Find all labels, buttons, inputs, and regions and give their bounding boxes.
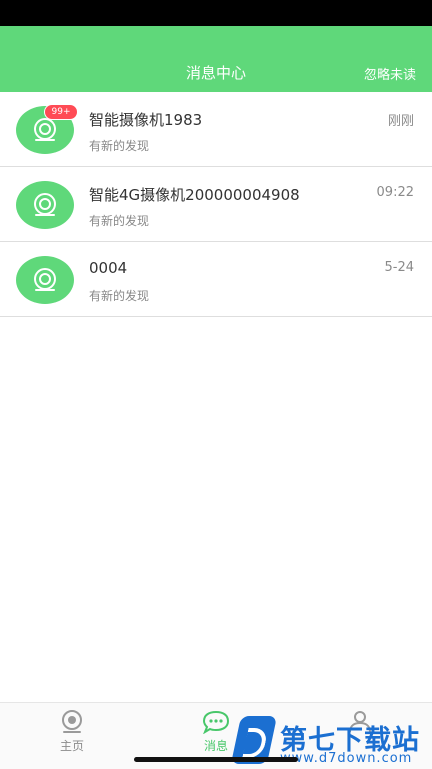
unread-badge: 99+: [44, 104, 78, 120]
camera-icon: [62, 710, 82, 733]
header-bar: 消息中心 忽略未读: [0, 26, 432, 92]
list-item[interactable]: 智能4G摄像机200000004908 有新的发现 09:22: [0, 167, 432, 242]
message-title: 0004: [89, 259, 128, 277]
list-item[interactable]: 99+ 智能摄像机1983 有新的发现 刚刚: [0, 92, 432, 167]
message-time: 09:22: [376, 185, 414, 200]
tab-label: 主页: [59, 739, 84, 753]
camera-icon: [34, 268, 56, 291]
message-time: 刚刚: [387, 114, 414, 129]
message-subtitle: 有新的发现: [89, 139, 150, 153]
message-title: 智能4G摄像机200000004908: [89, 186, 300, 204]
device-avatar: 99+: [16, 104, 78, 154]
camera-icon: [34, 193, 56, 216]
message-subtitle: 有新的发现: [89, 289, 150, 303]
status-bar: [0, 0, 432, 26]
camera-icon: [34, 118, 56, 141]
message-subtitle: 有新的发现: [89, 214, 150, 228]
device-avatar: [16, 181, 74, 229]
message-time: 5-24: [384, 260, 414, 275]
tab-home[interactable]: 主页: [0, 703, 144, 769]
home-indicator: [134, 757, 298, 762]
watermark-url: www.d7down.com: [280, 751, 413, 766]
device-avatar: [16, 256, 74, 304]
message-title: 智能摄像机1983: [89, 111, 203, 129]
message-list: 99+ 智能摄像机1983 有新的发现 刚刚 智能4G摄像机2000000049…: [0, 92, 432, 317]
ignore-unread-button[interactable]: 忽略未读: [364, 64, 416, 83]
list-item[interactable]: 0004 有新的发现 5-24: [0, 242, 432, 317]
chat-bubble-icon: [202, 710, 230, 734]
